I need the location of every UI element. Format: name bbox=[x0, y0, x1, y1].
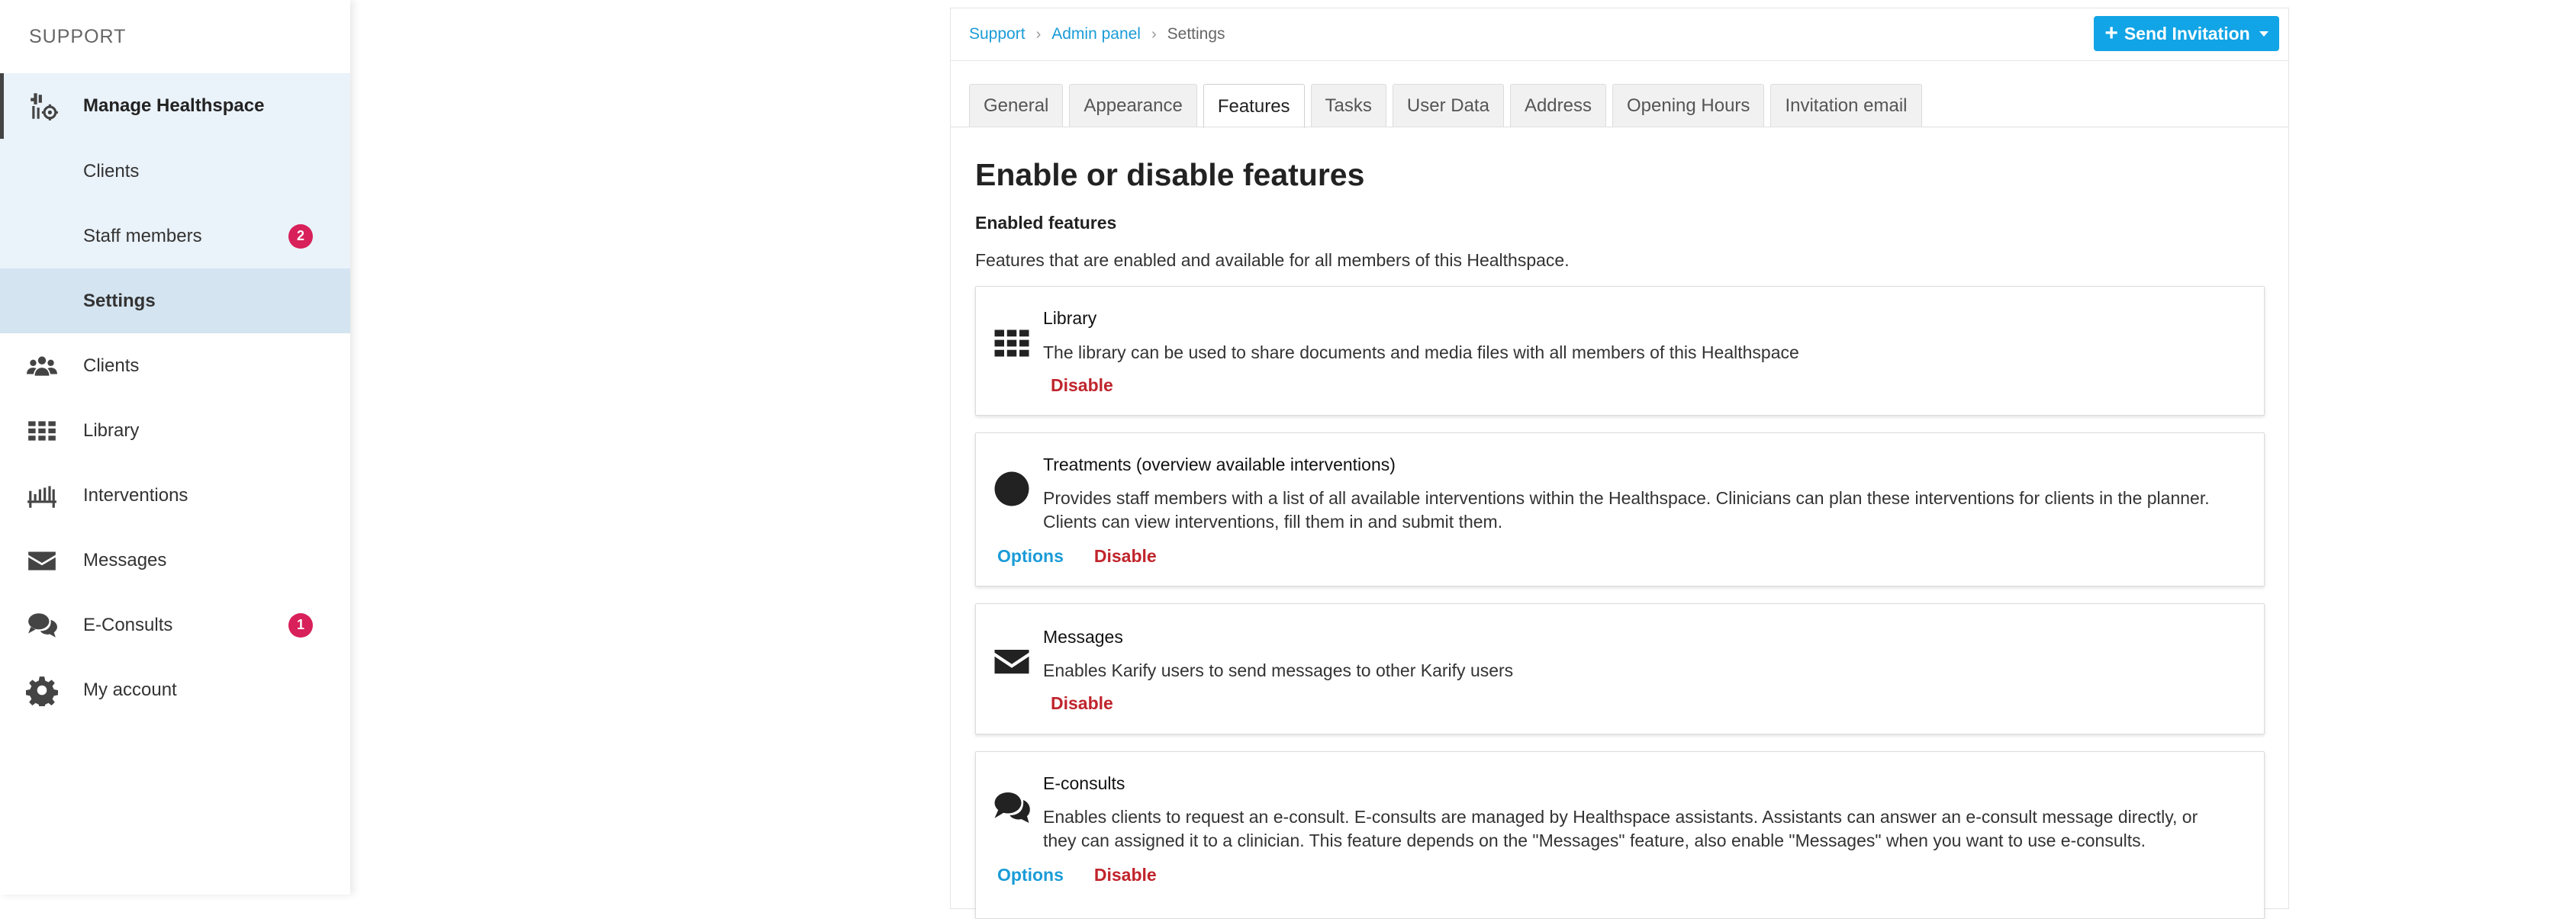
chevron-right-icon: › bbox=[1151, 25, 1157, 43]
caret-down-icon bbox=[2259, 31, 2268, 37]
manage-healthspace-icon bbox=[4, 90, 83, 122]
feature-title: Treatments (overview available intervent… bbox=[1043, 455, 1396, 474]
feature-description-line: Provides staff members with a list of al… bbox=[1043, 488, 2210, 508]
sidebar-item-label: Clients bbox=[83, 160, 140, 182]
sidebar-item-label: Settings bbox=[83, 290, 156, 311]
sidebar-item-my-account[interactable]: My account bbox=[0, 657, 350, 722]
sidebar-item-label: Messages bbox=[83, 549, 167, 570]
grid-icon bbox=[0, 415, 83, 447]
page-title: Enable or disable features bbox=[975, 157, 1365, 192]
sidebar-item-label: Clients bbox=[83, 355, 140, 376]
feature-title: E-consults bbox=[1043, 773, 1125, 793]
users-icon bbox=[0, 350, 83, 382]
feature-description: The library can be used to share documen… bbox=[1043, 342, 1799, 362]
grid-icon bbox=[993, 324, 1031, 362]
breadcrumb: Support › Admin panel › Settings bbox=[969, 8, 1225, 60]
settings-tabs: General Appearance Features Tasks User D… bbox=[969, 84, 1922, 128]
sidebar-item-e-consults[interactable]: E-Consults 1 bbox=[0, 593, 350, 657]
disable-button[interactable]: Disable bbox=[1051, 693, 1113, 714]
breadcrumb-link-admin-panel[interactable]: Admin panel bbox=[1051, 25, 1141, 43]
sidebar-item-label: Staff members bbox=[83, 225, 202, 246]
sidebar-item-clients[interactable]: Clients bbox=[0, 333, 350, 398]
interventions-icon bbox=[0, 480, 83, 512]
sidebar: SUPPORT Manage Healthspace Clients Staff… bbox=[0, 0, 350, 895]
features-content: Enable or disable features Enabled featu… bbox=[975, 153, 2265, 919]
feature-actions: Disable bbox=[1051, 693, 1113, 714]
feature-description-line: Enables clients to request an e-consult.… bbox=[1043, 807, 2198, 827]
settings-panel: Support › Admin panel › Settings + Send … bbox=[950, 8, 2289, 919]
tab-invitation-email[interactable]: Invitation email bbox=[1770, 84, 1922, 127]
feature-description: Provides staff members with a list of al… bbox=[1043, 487, 2249, 534]
sidebar-group-manage-healthspace: Manage Healthspace Clients Staff members… bbox=[0, 73, 350, 333]
section-description: Features that are enabled and available … bbox=[975, 250, 1570, 270]
sidebar-subitem-clients[interactable]: Clients bbox=[0, 139, 350, 204]
section-title: Enabled features bbox=[975, 213, 1117, 233]
send-invitation-label: Send Invitation bbox=[2124, 23, 2250, 43]
sidebar-item-label: My account bbox=[83, 679, 177, 700]
tab-features[interactable]: Features bbox=[1203, 84, 1305, 128]
feature-description: Enables clients to request an e-consult.… bbox=[1043, 805, 2249, 853]
sidebar-item-manage-healthspace[interactable]: Manage Healthspace bbox=[0, 73, 350, 139]
feature-description-line: Clients can view interventions, fill the… bbox=[1043, 512, 1503, 532]
tab-tasks[interactable]: Tasks bbox=[1310, 84, 1386, 127]
feature-card-treatments: Treatments (overview available intervent… bbox=[975, 432, 2265, 586]
sidebar-item-messages[interactable]: Messages bbox=[0, 528, 350, 593]
chevron-right-icon: › bbox=[1035, 25, 1042, 43]
sidebar-subitem-settings[interactable]: Settings bbox=[0, 268, 350, 333]
sidebar-item-library[interactable]: Library bbox=[0, 398, 350, 463]
top-bar: Support › Admin panel › Settings + Send … bbox=[951, 8, 2288, 61]
tab-user-data[interactable]: User Data bbox=[1392, 84, 1504, 127]
feature-card-messages: Messages Enables Karify users to send me… bbox=[975, 603, 2265, 734]
count-badge: 1 bbox=[288, 612, 313, 638]
sidebar-item-interventions[interactable]: Interventions bbox=[0, 463, 350, 528]
disable-button[interactable]: Disable bbox=[1094, 546, 1157, 567]
feature-actions: Disable bbox=[1051, 375, 1113, 396]
send-invitation-button[interactable]: + Send Invitation bbox=[2094, 16, 2279, 51]
sidebar-item-label: Manage Healthspace bbox=[83, 95, 265, 116]
disable-button[interactable]: Disable bbox=[1094, 865, 1157, 885]
tab-general[interactable]: General bbox=[969, 84, 1064, 127]
feature-description-line: they can assigned it to a clinician. Thi… bbox=[1043, 831, 2146, 850]
envelope-icon bbox=[0, 545, 83, 577]
feature-title: Messages bbox=[1043, 627, 1123, 647]
feature-description: Enables Karify users to send messages to… bbox=[1043, 660, 1514, 680]
sidebar-subitem-staff-members[interactable]: Staff members 2 bbox=[0, 204, 350, 268]
feature-card-e-consults: E-consults Enables clients to request an… bbox=[975, 751, 2265, 919]
chat-icon bbox=[993, 789, 1031, 827]
circle-icon bbox=[993, 470, 1031, 508]
tab-appearance[interactable]: Appearance bbox=[1069, 84, 1197, 127]
disable-button[interactable]: Disable bbox=[1051, 375, 1113, 396]
feature-actions: Options Disable bbox=[997, 865, 1157, 885]
sidebar-item-label: Library bbox=[83, 419, 140, 441]
count-badge: 2 bbox=[288, 223, 313, 249]
feature-card-library: Library The library can be used to share… bbox=[975, 286, 2265, 416]
options-button[interactable]: Options bbox=[997, 546, 1064, 567]
envelope-icon bbox=[993, 642, 1031, 680]
sidebar-section-label: SUPPORT bbox=[29, 25, 127, 47]
sidebar-item-label: Interventions bbox=[83, 484, 188, 506]
breadcrumb-current: Settings bbox=[1167, 25, 1225, 43]
gear-icon bbox=[0, 674, 83, 706]
options-button[interactable]: Options bbox=[997, 865, 1064, 885]
feature-actions: Options Disable bbox=[997, 546, 1157, 567]
tab-address[interactable]: Address bbox=[1509, 84, 1606, 127]
feature-title: Library bbox=[1043, 308, 1097, 328]
sidebar-item-label: E-Consults bbox=[83, 614, 173, 635]
breadcrumb-link-support[interactable]: Support bbox=[969, 25, 1026, 43]
plus-icon: + bbox=[2104, 21, 2118, 46]
tab-opening-hours[interactable]: Opening Hours bbox=[1612, 84, 1765, 127]
chat-icon bbox=[0, 609, 83, 641]
